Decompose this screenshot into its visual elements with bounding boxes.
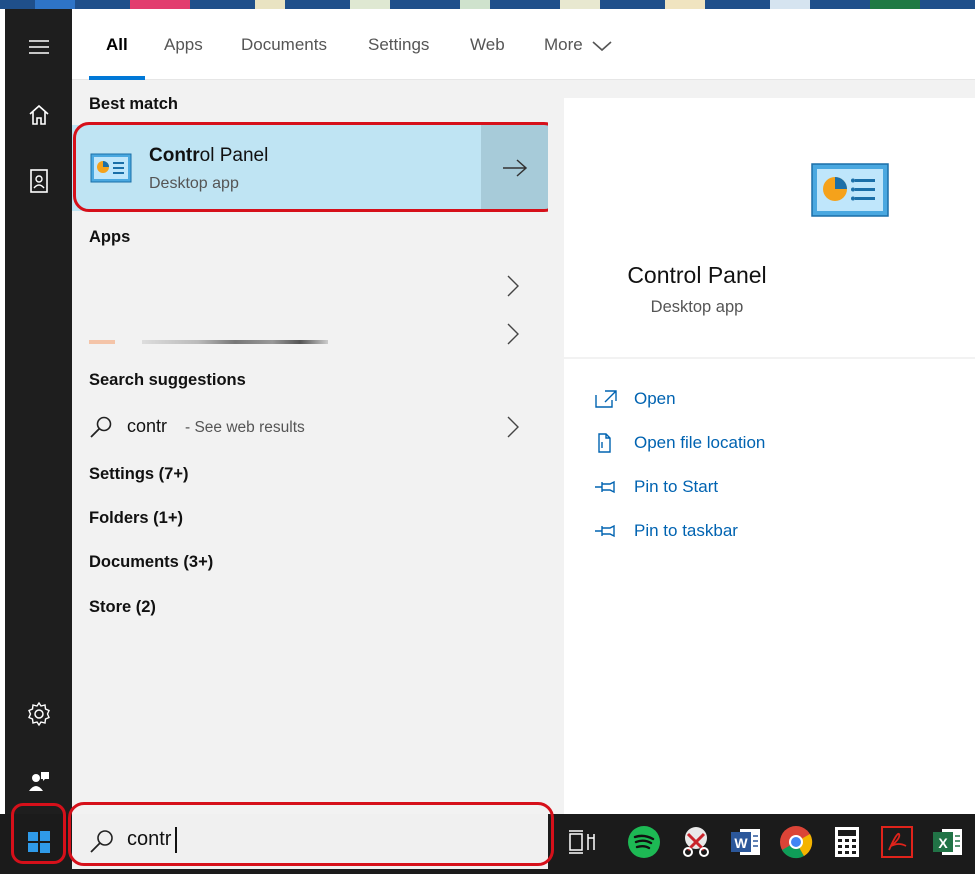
category-store[interactable]: Store (2) [89, 598, 156, 617]
open-action[interactable]: Open [594, 386, 676, 412]
chevron-down-icon [592, 40, 613, 51]
task-view-icon [569, 830, 595, 854]
tab-apps[interactable]: Apps [164, 35, 203, 55]
pin-to-start-action[interactable]: Pin to Start [594, 474, 718, 500]
user-feedback-button[interactable] [5, 757, 72, 805]
detail-header [564, 98, 975, 357]
excel-button[interactable]: X [930, 824, 966, 860]
desktop-icon [350, 0, 390, 9]
pin-to-taskbar-action[interactable]: Pin to taskbar [594, 518, 738, 544]
tab-more[interactable]: More [544, 35, 613, 55]
file-location-icon [598, 433, 611, 453]
word-button[interactable]: W [728, 824, 764, 860]
result-detail-pane: Control Panel Desktop app Open Open file… [548, 80, 975, 814]
open-icon [595, 390, 617, 408]
pin-to-start-label: Pin to Start [634, 477, 719, 496]
detail-app-name: Control Panel [627, 262, 767, 288]
redacted-app-name [142, 340, 328, 344]
app-result-row[interactable] [72, 312, 548, 358]
control-panel-large-icon [811, 163, 889, 217]
svg-text:W: W [734, 835, 748, 851]
desktop-icon [665, 0, 705, 9]
desktop-icon [870, 0, 920, 9]
chevron-right-icon [507, 323, 519, 345]
home-button[interactable] [5, 91, 72, 139]
search-suggestions-heading: Search suggestions [89, 371, 246, 389]
calculator-icon [835, 827, 859, 857]
chevron-right-icon [507, 416, 519, 438]
annotation-highlight [68, 802, 554, 866]
desktop-background-strip [0, 0, 975, 9]
desktop-icon [255, 0, 285, 9]
best-match-heading: Best match [89, 95, 178, 113]
desktop-icon [460, 0, 490, 9]
pin-icon [595, 524, 615, 538]
pin-to-taskbar-label: Pin to taskbar [634, 521, 738, 540]
word-icon: W [731, 829, 760, 855]
spotify-button[interactable] [626, 824, 662, 860]
excel-icon: X [933, 829, 962, 855]
hamburger-menu-button[interactable] [5, 23, 72, 71]
web-suggestion-row[interactable]: contr - See web results [72, 407, 548, 447]
suggestion-query: contr [127, 416, 168, 436]
task-view-button[interactable] [564, 824, 600, 860]
redacted-app-icon [89, 340, 115, 344]
desktop-icon [130, 0, 190, 9]
chrome-button[interactable] [778, 824, 814, 860]
svg-text:X: X [938, 835, 948, 851]
open-file-location-action[interactable]: Open file location [594, 430, 765, 456]
tab-all[interactable]: All [106, 35, 128, 55]
annotation-highlight [11, 803, 66, 864]
document-icon [29, 169, 48, 193]
home-icon [28, 104, 49, 125]
detail-app-type: Desktop app [650, 298, 744, 316]
tab-web[interactable]: Web [470, 35, 505, 55]
desktop-icon [770, 0, 810, 9]
category-folders[interactable]: Folders (1+) [89, 509, 183, 528]
suggestion-hint: - See web results [185, 419, 305, 436]
active-tab-indicator [89, 76, 145, 80]
settings-button[interactable] [5, 690, 72, 738]
gear-icon [27, 701, 50, 727]
desktop-icon [560, 0, 600, 9]
category-documents[interactable]: Documents (3+) [89, 553, 213, 572]
snipping-tool-icon [683, 827, 709, 857]
search-filter-tabs: All Apps Documents Settings Web More [72, 9, 975, 80]
search-icon [90, 416, 112, 438]
detail-actions: Open Open file location Pin to Start Pin… [564, 359, 975, 814]
hamburger-icon [28, 40, 49, 54]
acrobat-icon [881, 826, 913, 858]
documents-button[interactable] [5, 157, 72, 205]
apps-heading: Apps [89, 228, 131, 246]
snipping-tool-button[interactable] [678, 824, 714, 860]
annotation-highlight [73, 122, 560, 212]
calculator-button[interactable] [829, 824, 865, 860]
category-settings[interactable]: Settings (7+) [89, 465, 188, 484]
tab-documents[interactable]: Documents [241, 35, 327, 55]
spotify-icon [628, 826, 660, 858]
desktop-icon [35, 0, 75, 9]
tab-more-label: More [544, 35, 583, 54]
acrobat-button[interactable] [879, 824, 915, 860]
chrome-icon [780, 826, 813, 859]
feedback-icon [28, 772, 49, 791]
tab-settings[interactable]: Settings [368, 35, 429, 55]
open-action-label: Open [634, 389, 676, 408]
start-rail [5, 9, 72, 814]
pin-icon [595, 480, 615, 494]
open-file-location-label: Open file location [634, 433, 766, 452]
search-results-pane: All Apps Documents Settings Web More Bes… [72, 9, 975, 814]
